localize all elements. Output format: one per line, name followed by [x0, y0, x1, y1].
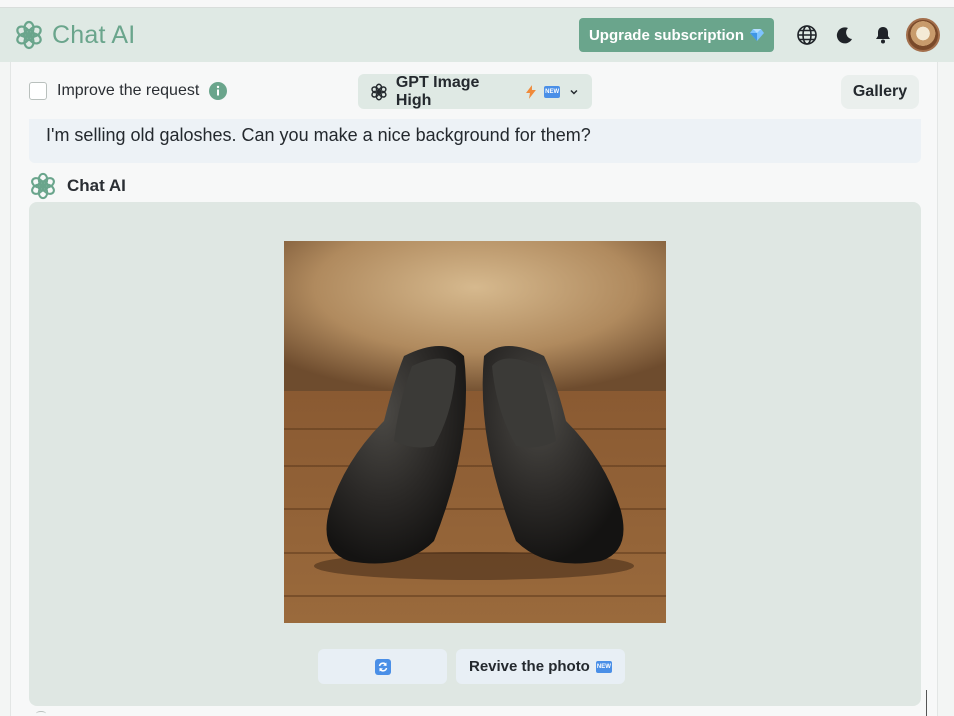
upgrade-label: Upgrade subscription	[588, 26, 744, 44]
chevron-down-icon	[570, 89, 578, 95]
globe-icon[interactable]	[788, 16, 826, 54]
chat-toolbar: Improve the request GPT Image High NEW G…	[11, 62, 937, 118]
improve-request-label: Improve the request	[57, 82, 200, 99]
refresh-icon	[374, 658, 391, 675]
assistant-header: Chat AI	[29, 172, 126, 200]
generated-image[interactable]	[284, 241, 666, 623]
bell-icon[interactable]	[864, 16, 902, 54]
regenerate-button[interactable]	[318, 649, 447, 684]
model-select-dropdown[interactable]: GPT Image High NEW	[358, 74, 592, 109]
assistant-name: Chat AI	[67, 176, 126, 195]
image-actions: Revive the photo NEW	[318, 649, 625, 684]
moon-icon[interactable]	[826, 16, 864, 54]
assistant-message-card: Revive the photo NEW	[29, 202, 921, 706]
improve-request-checkbox[interactable]	[29, 82, 47, 100]
revive-photo-label: Revive the photo	[469, 658, 590, 675]
chat-panel: Improve the request GPT Image High NEW G…	[10, 62, 938, 716]
header-actions: Upgrade subscription	[578, 16, 940, 54]
browser-top-strip	[0, 0, 954, 8]
openai-logo-icon	[16, 20, 42, 50]
model-label: GPT Image High	[395, 73, 480, 109]
info-icon[interactable]	[209, 82, 228, 100]
user-message-text: I'm selling old galoshes. Can you make a…	[46, 125, 591, 145]
revive-photo-button[interactable]: Revive the photo NEW	[456, 649, 625, 684]
improve-request-toggle[interactable]: Improve the request	[29, 82, 228, 100]
new-badge: NEW	[595, 660, 612, 673]
upgrade-subscription-button[interactable]: Upgrade subscription	[578, 18, 774, 52]
openai-model-icon	[371, 83, 387, 100]
lightning-icon	[526, 84, 537, 99]
app-header: Chat AI Upgrade subscription	[0, 8, 954, 62]
text-cursor	[926, 690, 927, 716]
gem-icon	[750, 29, 764, 41]
assistant-logo-icon	[31, 172, 55, 200]
next-message-indicator	[36, 711, 46, 716]
user-message: I'm selling old galoshes. Can you make a…	[29, 119, 921, 163]
new-badge: NEW	[544, 85, 561, 98]
app-title: Chat AI	[52, 20, 136, 49]
gallery-button[interactable]: Gallery	[841, 75, 919, 109]
brand[interactable]: Chat AI	[14, 20, 135, 50]
user-avatar[interactable]	[906, 18, 940, 52]
